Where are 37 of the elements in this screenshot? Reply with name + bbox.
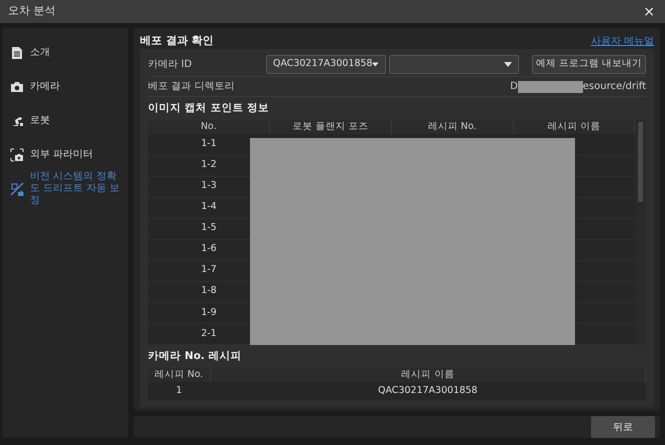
section-title: 이미지 캡처 포인트 정보 (148, 101, 270, 116)
caret-icon (504, 62, 512, 67)
sidebar-item[interactable]: 외부 파라미터 (2, 138, 128, 172)
sidebar-item[interactable]: 카메라 (2, 70, 128, 104)
camera-icon (10, 80, 24, 94)
sidebar-item[interactable]: 로봇 (2, 104, 128, 138)
column-header: No. (148, 120, 270, 134)
close-button[interactable]: × (641, 4, 657, 18)
user-manual-link[interactable]: 사용자 메뉴얼 (590, 34, 654, 49)
dropdown[interactable] (388, 55, 518, 74)
scrollbar[interactable] (635, 120, 646, 345)
camera-id-dropdown[interactable]: QAC30217A3001858 (266, 55, 386, 74)
robot-arm-icon (10, 114, 24, 128)
sidebar-item[interactable]: 비전 시스템의 정확도 드리프트 자동 보정 (2, 172, 128, 206)
table-cell: QAC30217A3001858 (210, 382, 646, 401)
field-label: 베포 결과 디렉토리 (148, 80, 234, 94)
column-header: 레시피 No. (148, 368, 210, 382)
column-header: 레시피 이름 (513, 120, 635, 134)
scrollbar-thumb[interactable] (638, 122, 644, 202)
back-button[interactable]: 뒤로 (591, 416, 655, 438)
caret-icon (372, 62, 379, 67)
column-header: 레시피 No. (391, 120, 514, 134)
column-header: 로봇 플랜지 포즈 (270, 120, 392, 134)
section-title: 카메라 No. 레시피 (148, 348, 242, 364)
redaction-block (518, 80, 583, 92)
directory-path: D (510, 80, 518, 94)
directory-path: esource/drift (582, 80, 646, 94)
sidebar-item[interactable]: 소개 (2, 36, 128, 70)
camera-frame-icon (10, 148, 24, 162)
document-icon (10, 46, 24, 60)
panel-title: 베포 결과 확인 (140, 32, 214, 48)
column-header: 레시피 이름 (210, 368, 646, 382)
field-label: 카메라 ID (148, 58, 193, 72)
window-title: 오차 분석 (8, 3, 56, 20)
ruler-camera-icon (10, 182, 24, 196)
export-button[interactable]: 예제 프로그램 내보내기 (532, 55, 646, 74)
table-cell: 1 (148, 382, 210, 401)
